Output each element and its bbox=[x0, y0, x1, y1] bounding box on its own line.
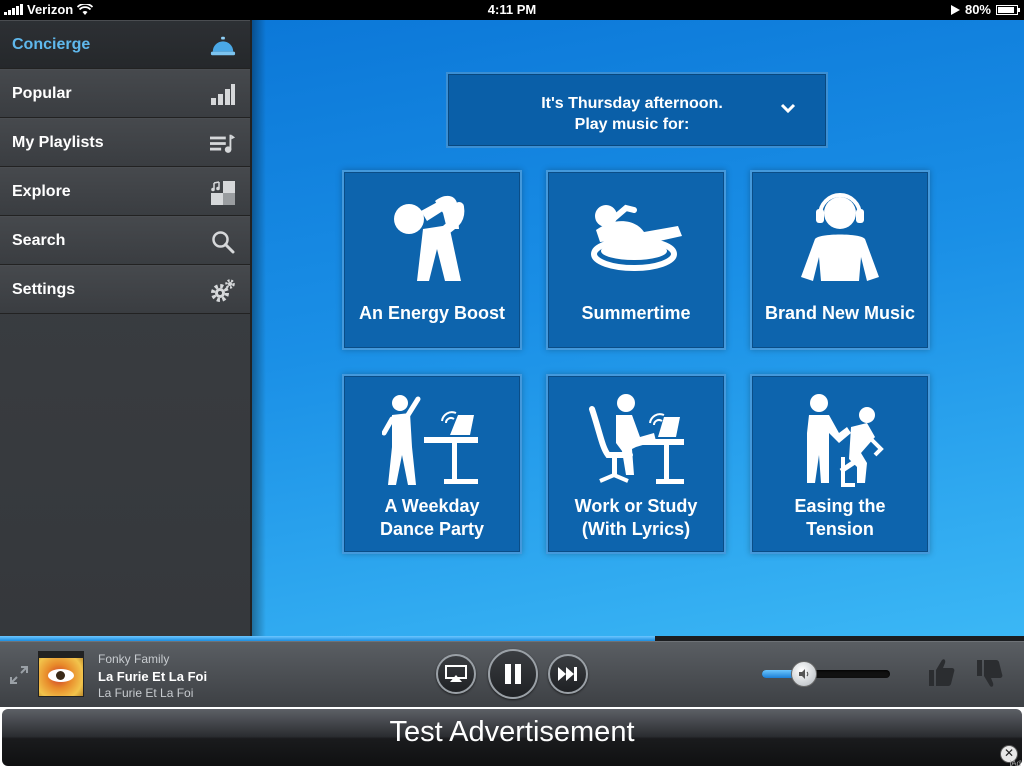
gear-icon bbox=[210, 278, 236, 304]
clock: 4:11 PM bbox=[487, 2, 537, 17]
drinking-icon bbox=[344, 186, 520, 286]
playlist-icon bbox=[210, 131, 236, 157]
sidebar-item-explore[interactable]: Explore bbox=[0, 167, 250, 216]
sidebar-item-label: Concierge bbox=[12, 35, 91, 53]
headphones-person-icon bbox=[752, 186, 928, 286]
tile-label-line-2: (With Lyrics) bbox=[581, 519, 691, 539]
tile-label: An Energy Boost bbox=[358, 303, 505, 323]
sidebar-item-search[interactable]: Search bbox=[0, 216, 250, 265]
iad-badge: iAd bbox=[1009, 759, 1021, 768]
tile-energy-boost[interactable]: An Energy Boost bbox=[342, 170, 522, 350]
sidebar-item-label: Settings bbox=[12, 280, 76, 298]
tile-label: Easing the Tension bbox=[756, 495, 924, 541]
pause-button[interactable] bbox=[488, 649, 538, 699]
sidebar-item-concierge[interactable]: Concierge bbox=[0, 20, 250, 69]
album-art[interactable] bbox=[38, 651, 84, 697]
prompt-line-1: It's Thursday afternoon. bbox=[541, 95, 723, 112]
skip-button[interactable] bbox=[548, 654, 588, 694]
tile-label: Work or Study (With Lyrics) bbox=[552, 495, 720, 541]
tile-work-or-study[interactable]: Work or Study (With Lyrics) bbox=[546, 374, 726, 554]
sidebar-item-label: Popular bbox=[12, 84, 72, 102]
airplay-icon bbox=[445, 665, 467, 682]
grid-icon bbox=[210, 180, 236, 206]
tile-weekday-dance-party[interactable]: A Weekday Dance Party bbox=[342, 374, 522, 554]
bell-icon bbox=[210, 33, 236, 59]
working-at-desk-icon bbox=[548, 390, 724, 490]
tile-summertime[interactable]: Summertime bbox=[546, 170, 726, 350]
sidebar-item-settings[interactable]: Settings bbox=[0, 265, 250, 314]
track-info: Fonky Family La Furie Et La Foi La Furie… bbox=[98, 651, 207, 702]
time-of-day-selector[interactable]: It's Thursday afternoon. Play music for: bbox=[446, 72, 828, 148]
volume-knob[interactable] bbox=[791, 661, 818, 687]
tile-label-line-1: A Weekday bbox=[384, 496, 480, 516]
floating-icon bbox=[548, 186, 724, 286]
expand-icon[interactable] bbox=[8, 664, 30, 686]
sidebar-item-label: Explore bbox=[12, 182, 71, 200]
tile-label-line-2: Tension bbox=[806, 519, 874, 539]
search-icon bbox=[210, 229, 236, 255]
play-status-icon bbox=[950, 4, 960, 15]
sidebar-item-my-playlists[interactable]: My Playlists bbox=[0, 118, 250, 167]
tile-label: Summertime bbox=[581, 303, 691, 323]
status-bar: Verizon 4:11 PM 80% bbox=[0, 0, 1024, 20]
skip-icon bbox=[558, 667, 577, 681]
airplay-button[interactable] bbox=[436, 654, 476, 694]
sidebar-item-label: My Playlists bbox=[12, 133, 104, 151]
tile-label: A Weekday Dance Party bbox=[348, 495, 516, 541]
thumbs-down-icon[interactable] bbox=[974, 656, 1004, 690]
massage-icon bbox=[752, 390, 928, 490]
thumbs-up-icon[interactable] bbox=[926, 656, 956, 690]
tile-brand-new-music[interactable]: Brand New Music bbox=[750, 170, 930, 350]
sidebar-item-label: Search bbox=[12, 231, 66, 249]
prompt-line-2: Play music for: bbox=[574, 116, 690, 133]
volume-slider[interactable] bbox=[762, 661, 890, 687]
album-name: La Furie Et La Foi bbox=[98, 686, 194, 700]
chevron-down-icon bbox=[780, 103, 796, 114]
tile-label-line-2: Dance Party bbox=[379, 519, 485, 539]
tile-easing-the-tension[interactable]: Easing the Tension bbox=[750, 374, 930, 554]
ad-text[interactable]: Test Advertisement bbox=[2, 709, 1022, 766]
pause-icon bbox=[505, 664, 521, 684]
speaker-icon bbox=[799, 669, 809, 679]
battery-icon bbox=[996, 4, 1020, 15]
status-right: 80% bbox=[950, 2, 1020, 17]
track-title: La Furie Et La Foi bbox=[98, 669, 208, 684]
tile-label-line-1: Easing the bbox=[794, 496, 886, 516]
ad-banner[interactable]: Test Advertisement ✕ iAd bbox=[0, 707, 1024, 768]
tile-label: Brand New Music bbox=[764, 303, 916, 323]
dancing-at-desk-icon bbox=[344, 390, 520, 490]
concierge-panel: It's Thursday afternoon. Play music for:… bbox=[252, 20, 1024, 636]
sidebar: Concierge Popular My Playlists Explore S… bbox=[0, 20, 252, 636]
player-bar: Fonky Family La Furie Et La Foi La Furie… bbox=[0, 641, 1024, 707]
artist-name: Fonky Family bbox=[98, 652, 170, 666]
bars-icon bbox=[210, 82, 236, 108]
battery-percent: 80% bbox=[964, 2, 991, 17]
tile-label-line-1: Work or Study bbox=[574, 496, 698, 516]
sidebar-item-popular[interactable]: Popular bbox=[0, 69, 250, 118]
